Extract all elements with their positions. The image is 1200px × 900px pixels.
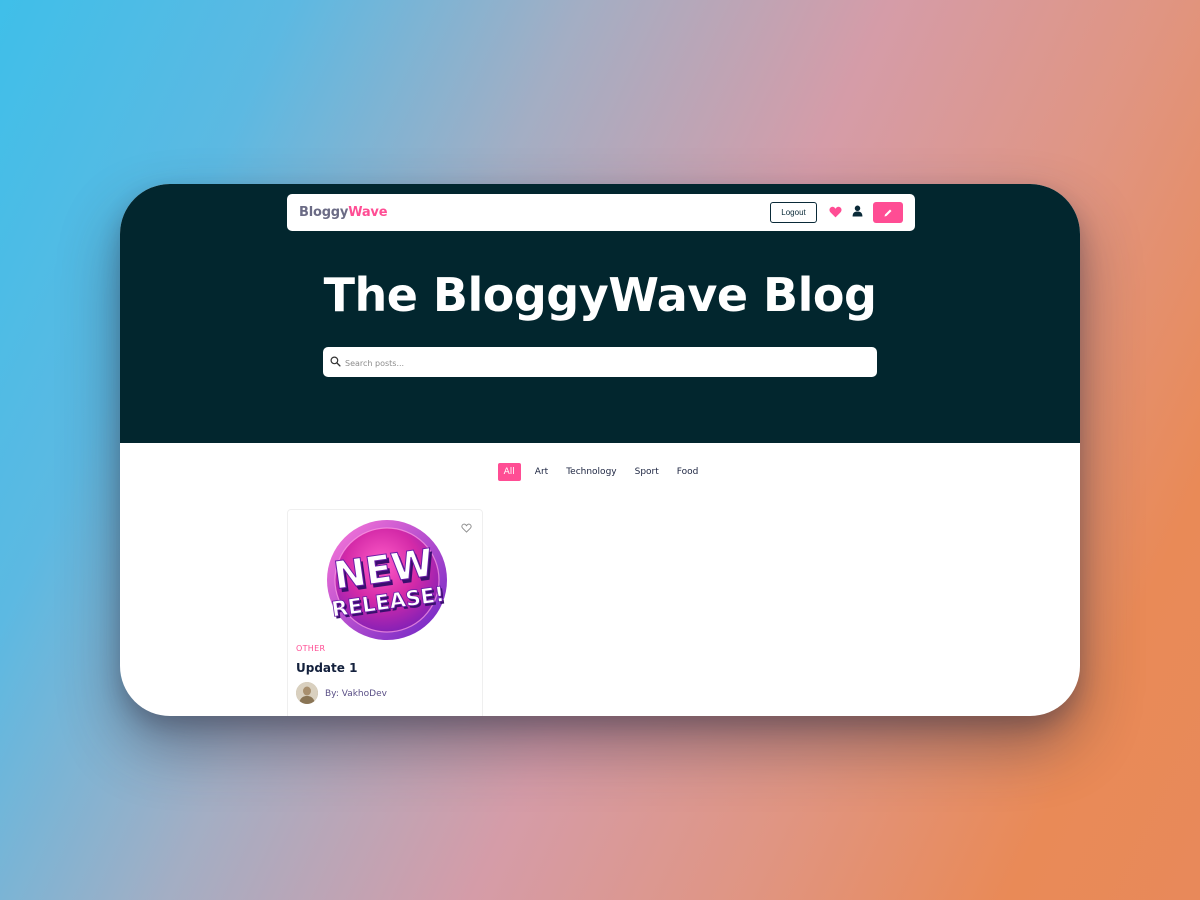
navbar: BloggyWave Logout	[287, 194, 915, 231]
heart-icon[interactable]	[829, 206, 842, 218]
filter-food[interactable]: Food	[673, 464, 703, 480]
filter-art[interactable]: Art	[531, 464, 552, 480]
logout-button[interactable]: Logout	[770, 202, 817, 223]
page-title: The BloggyWave Blog	[323, 268, 877, 322]
author-avatar	[296, 682, 318, 704]
write-post-button[interactable]	[873, 202, 903, 223]
favorite-heart-icon[interactable]	[461, 523, 472, 533]
post-category: OTHER	[296, 644, 326, 653]
user-icon[interactable]	[852, 205, 863, 217]
search-icon	[330, 356, 341, 367]
brand-primary: Bloggy	[299, 205, 349, 220]
filter-sport[interactable]: Sport	[631, 464, 663, 480]
app-window: BloggyWave Logout The BloggyWave Blog Se…	[120, 184, 1080, 716]
post-author[interactable]: By: VakhoDev	[325, 689, 387, 699]
pencil-icon	[884, 209, 892, 216]
filter-all[interactable]: All	[497, 463, 521, 481]
category-filters: All Art Technology Sport Food	[120, 462, 1080, 482]
post-image[interactable]: NEW NEW RELEASE! RELEASE!	[314, 518, 456, 642]
search-input[interactable]	[343, 352, 867, 374]
brand-logo[interactable]: BloggyWave	[299, 205, 388, 220]
post-title[interactable]: Update 1	[296, 661, 357, 675]
brand-accent: Wave	[348, 205, 388, 220]
search-bar[interactable]	[323, 347, 877, 377]
hero-section: BloggyWave Logout The BloggyWave Blog	[120, 184, 1080, 443]
post-card[interactable]: NEW NEW RELEASE! RELEASE! OTHER Update 1…	[287, 509, 483, 716]
avatar-image	[296, 682, 318, 704]
filter-technology[interactable]: Technology	[562, 464, 620, 480]
